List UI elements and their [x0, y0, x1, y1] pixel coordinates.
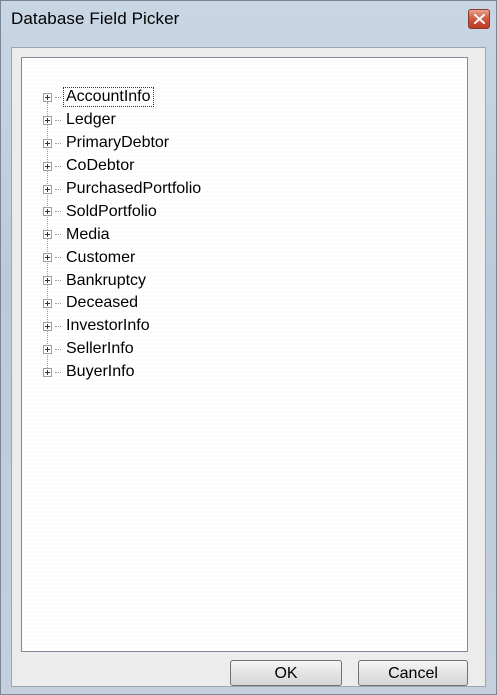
tree-connector-dash [55, 188, 61, 190]
tree-node-bankruptcy[interactable]: Bankruptcy [43, 269, 203, 292]
tree-node-deceased[interactable]: Deceased [43, 292, 203, 315]
close-button[interactable] [468, 9, 490, 29]
tree-connector-dash [55, 234, 61, 236]
tree-node-label[interactable]: PurchasedPortfolio [64, 180, 203, 198]
tree-node-label[interactable]: Ledger [64, 111, 118, 129]
tree-node-label[interactable]: CoDebtor [64, 157, 136, 175]
plus-expander-icon[interactable] [43, 161, 52, 171]
tree-connector-dash [55, 325, 61, 327]
tree-node-sellerinfo[interactable]: SellerInfo [43, 338, 203, 361]
plus-expander-icon[interactable] [43, 344, 52, 354]
tree-connector-dash [55, 302, 61, 304]
plus-expander-icon[interactable] [43, 115, 52, 125]
tree-node-label[interactable]: Bankruptcy [64, 272, 148, 290]
cancel-button[interactable]: Cancel [358, 660, 468, 686]
tree-connector-dash [55, 119, 61, 121]
tree-connector-dash [55, 96, 61, 98]
tree-node-soldportfolio[interactable]: SoldPortfolio [43, 200, 203, 223]
tree-node-label[interactable]: PrimaryDebtor [64, 134, 171, 152]
plus-expander-icon[interactable] [43, 367, 52, 377]
tree-node-label[interactable]: InvestorInfo [64, 317, 152, 335]
tree-connector-dash [55, 257, 61, 259]
tree-node-label[interactable]: Media [64, 226, 112, 244]
tree-node-label[interactable]: Deceased [64, 294, 140, 312]
field-tree-view[interactable]: AccountInfo Ledger PrimaryDebtor CoDebtor Pu… [21, 57, 468, 652]
close-icon [474, 14, 485, 24]
tree-node-primarydebtor[interactable]: PrimaryDebtor [43, 132, 203, 155]
plus-expander-icon[interactable] [43, 184, 52, 194]
plus-expander-icon[interactable] [43, 253, 52, 263]
tree-node-label[interactable]: SellerInfo [64, 340, 136, 358]
plus-expander-icon[interactable] [43, 138, 52, 148]
tree-node-label[interactable]: AccountInfo [63, 87, 154, 108]
tree-node-buyerinfo[interactable]: BuyerInfo [43, 361, 203, 384]
tree-node-label[interactable]: BuyerInfo [64, 363, 136, 381]
tree-node-purchasedportfolio[interactable]: PurchasedPortfolio [43, 178, 203, 201]
tree-connector-dash [55, 142, 61, 144]
plus-expander-icon[interactable] [43, 230, 52, 240]
plus-expander-icon[interactable] [43, 321, 52, 331]
tree-connector-dash [55, 280, 61, 282]
plus-expander-icon[interactable] [43, 298, 52, 308]
dialog-client-area: AccountInfo Ledger PrimaryDebtor CoDebtor Pu… [11, 47, 486, 687]
window-title: Database Field Picker [11, 9, 180, 28]
tree-connector-dash [55, 211, 61, 213]
tree-connector-dash [55, 165, 61, 167]
tree-connector-dash [55, 348, 61, 350]
tree-node-label[interactable]: Customer [64, 249, 137, 267]
dialog-window: Database Field Picker AccountInfo Ledger P… [0, 0, 497, 695]
plus-expander-icon[interactable] [43, 276, 52, 286]
tree-node-label[interactable]: SoldPortfolio [64, 203, 159, 221]
plus-expander-icon[interactable] [43, 207, 52, 217]
title-bar[interactable]: Database Field Picker [1, 1, 496, 41]
ok-button[interactable]: OK [230, 660, 342, 686]
tree-connector-dash [55, 371, 61, 373]
tree-items: AccountInfo Ledger PrimaryDebtor CoDebtor Pu… [43, 86, 203, 384]
tree-node-accountinfo[interactable]: AccountInfo [43, 86, 203, 109]
tree-node-codebtor[interactable]: CoDebtor [43, 155, 203, 178]
tree-node-customer[interactable]: Customer [43, 246, 203, 269]
tree-node-investorinfo[interactable]: InvestorInfo [43, 315, 203, 338]
tree-node-media[interactable]: Media [43, 223, 203, 246]
plus-expander-icon[interactable] [43, 92, 52, 102]
tree-node-ledger[interactable]: Ledger [43, 109, 203, 132]
